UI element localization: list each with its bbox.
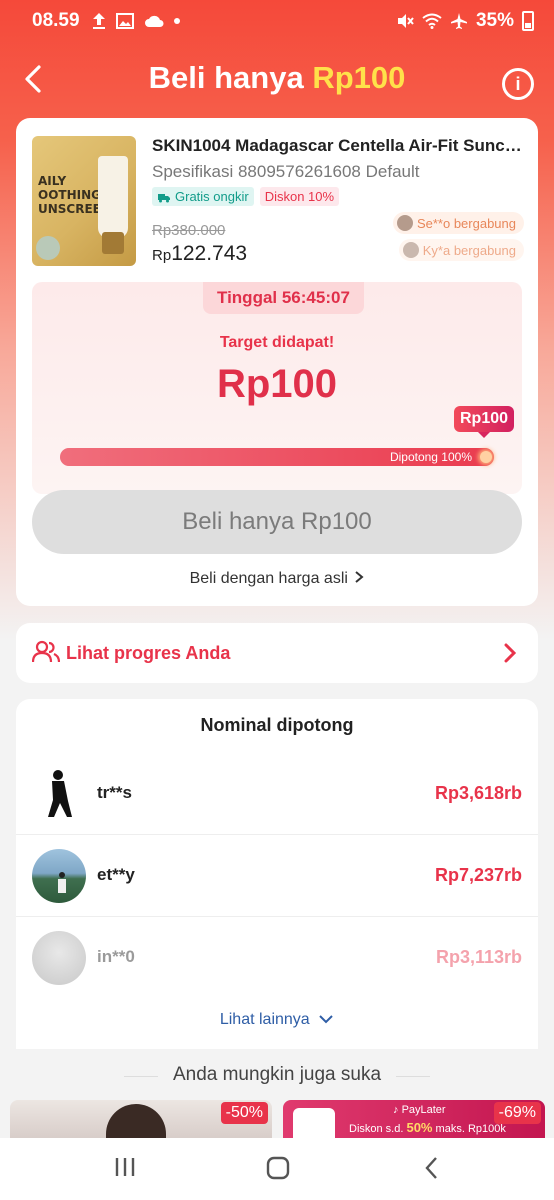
wifi-icon xyxy=(422,13,442,29)
users-icon xyxy=(32,640,60,663)
avatar xyxy=(32,931,86,985)
status-time: 08.59 xyxy=(32,10,80,31)
status-bar: 08.59 35% xyxy=(0,0,554,42)
product-card: AILY OOTHING UNSCREEN SKIN1004 Madagasca… xyxy=(16,118,538,606)
airplane-icon xyxy=(450,13,467,29)
chevron-right-icon xyxy=(355,571,364,583)
shipping-icon xyxy=(158,193,170,202)
target-label: Target didapat! xyxy=(219,334,335,351)
list-item: et**y Rp7,237rb xyxy=(16,835,538,917)
title-price: Rp100 xyxy=(312,60,406,95)
product-tags: Gratis ongkir Diskon 10% xyxy=(152,187,340,206)
price-bubble: Rp100 xyxy=(454,406,515,438)
current-price: Rp122.743 xyxy=(152,242,248,265)
discount-badge: -50% xyxy=(220,1102,268,1124)
progress-dot xyxy=(480,451,492,463)
countdown-timer: Tinggal 56:45:07 xyxy=(203,282,364,314)
target-box: Tinggal 56:45:07 Target didapat! Rp100 R… xyxy=(32,282,522,494)
info-icon[interactable]: i xyxy=(502,68,534,100)
back-icon[interactable] xyxy=(424,1156,440,1180)
chevron-right-icon xyxy=(504,643,517,663)
user-name: in**0 xyxy=(97,947,135,966)
buy-original-price-link[interactable]: Beli dengan harga asli xyxy=(16,570,538,588)
divider xyxy=(396,1076,430,1077)
system-nav-bar xyxy=(0,1138,554,1200)
cut-amount: Rp7,237rb xyxy=(434,865,522,885)
suggested-product-card[interactable]: -50% xyxy=(10,1100,272,1140)
paylater-offer: Diskon s.d. 50% maks. Rp100k xyxy=(349,1120,506,1135)
product-image xyxy=(293,1108,335,1140)
battery-icon xyxy=(522,11,534,31)
paylater-logo: ♪ PayLater xyxy=(393,1104,446,1116)
recent-apps-icon[interactable] xyxy=(114,1156,136,1178)
progress-text: Dipotong 100% xyxy=(389,450,472,464)
suggestions-title: Anda mungkin juga suka xyxy=(172,1064,382,1085)
home-icon[interactable] xyxy=(266,1156,290,1180)
thumbnail-tube xyxy=(98,156,128,238)
image-icon xyxy=(115,13,134,29)
view-progress-link[interactable]: Lihat progres Anda xyxy=(16,623,538,683)
list-item: tr**s Rp3,618rb xyxy=(16,753,538,835)
see-more-link[interactable]: Lihat lainnya xyxy=(16,1011,538,1029)
user-name: et**y xyxy=(97,865,135,884)
product-image xyxy=(106,1104,166,1140)
discount-tag: Diskon 10% xyxy=(259,187,340,206)
avatar xyxy=(402,242,419,258)
avatar xyxy=(32,767,86,821)
original-price: Rp380.000 xyxy=(152,222,226,239)
product-spec: Spesifikasi 8809576261608 Default xyxy=(152,162,420,181)
product-title[interactable]: SKIN1004 Madagascar Centella Air-Fit Sun… xyxy=(152,136,527,156)
cut-list-title: Nominal dipotong xyxy=(200,715,354,735)
thumbnail-cap xyxy=(102,232,124,254)
avatar xyxy=(32,849,86,903)
free-shipping-tag: Gratis ongkir xyxy=(152,187,254,206)
joiner-badge: Se**o bergabung xyxy=(392,212,524,234)
thumbnail-seal xyxy=(36,236,60,260)
upload-icon xyxy=(92,13,105,29)
chevron-down-icon xyxy=(319,1015,333,1024)
top-bar: Beli hanya Rp100 i xyxy=(0,50,554,110)
joiner-badge: Ky*a bergabung xyxy=(398,239,524,261)
mute-icon xyxy=(397,14,414,28)
cloud-icon xyxy=(144,15,164,27)
cut-progress-bar: Dipotong 100% xyxy=(60,448,494,466)
list-item: in**0 Rp3,113rb xyxy=(16,917,538,999)
target-amount: Rp100 xyxy=(216,362,338,406)
dot-icon xyxy=(173,18,180,24)
cut-amount: Rp3,618rb xyxy=(434,783,522,803)
user-name: tr**s xyxy=(97,783,132,802)
thumbnail-text: AILY OOTHING UNSCREEN xyxy=(38,174,111,216)
buy-button[interactable]: Beli hanya Rp100 xyxy=(32,490,522,554)
avatar xyxy=(396,215,413,231)
product-thumbnail[interactable]: AILY OOTHING UNSCREEN xyxy=(32,136,136,266)
discount-badge: -69% xyxy=(493,1102,541,1124)
cut-list-card: Nominal dipotong tr**s Rp3,618rb et**y R… xyxy=(16,699,538,1049)
page-title: Beli hanya Rp100 xyxy=(148,60,406,95)
cut-amount: Rp3,113rb xyxy=(435,947,522,967)
suggested-product-card[interactable]: ♪ PayLater Diskon s.d. 50% maks. Rp100k … xyxy=(283,1100,545,1140)
battery-percent: 35% xyxy=(475,10,514,31)
view-progress-label: Lihat progres Anda xyxy=(66,643,231,663)
